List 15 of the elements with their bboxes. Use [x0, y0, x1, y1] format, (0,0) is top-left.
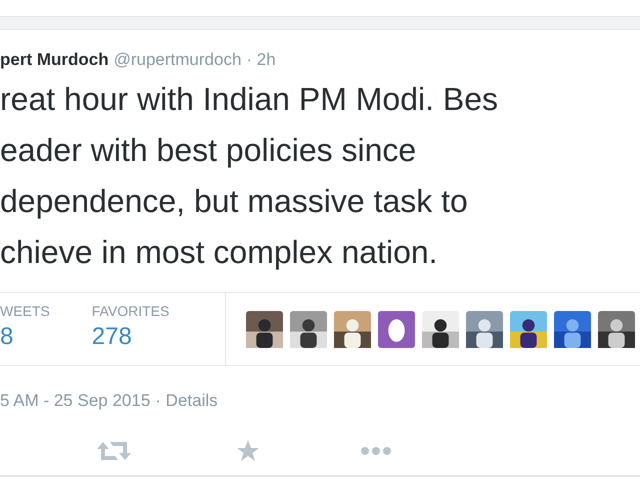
details-link[interactable]: · Details: [155, 391, 218, 411]
author-handle[interactable]: @rupertmurdoch: [114, 50, 242, 70]
tweet-text-line: chieve in most complex nation.: [0, 233, 439, 272]
tweet-text-line: dependence, but massive task to: [0, 182, 469, 221]
author-name[interactable]: pert Murdoch: [0, 50, 109, 70]
stat-value[interactable]: 8: [0, 323, 50, 351]
tweet-text-line: reat hour with Indian PM Modi. Bes: [0, 80, 500, 119]
stat-label[interactable]: WEETS: [0, 303, 50, 319]
tweet-time[interactable]: · 2h: [246, 50, 276, 70]
stat-value[interactable]: 278: [92, 323, 170, 351]
stat-label[interactable]: FAVORITES: [92, 303, 170, 319]
egg-avatar-icon[interactable]: [378, 310, 415, 348]
star-icon[interactable]: [236, 439, 260, 463]
tweet-text-line: eader with best policies since: [0, 131, 418, 170]
tweet-date: 5 AM - 25 Sep 2015: [0, 391, 150, 411]
